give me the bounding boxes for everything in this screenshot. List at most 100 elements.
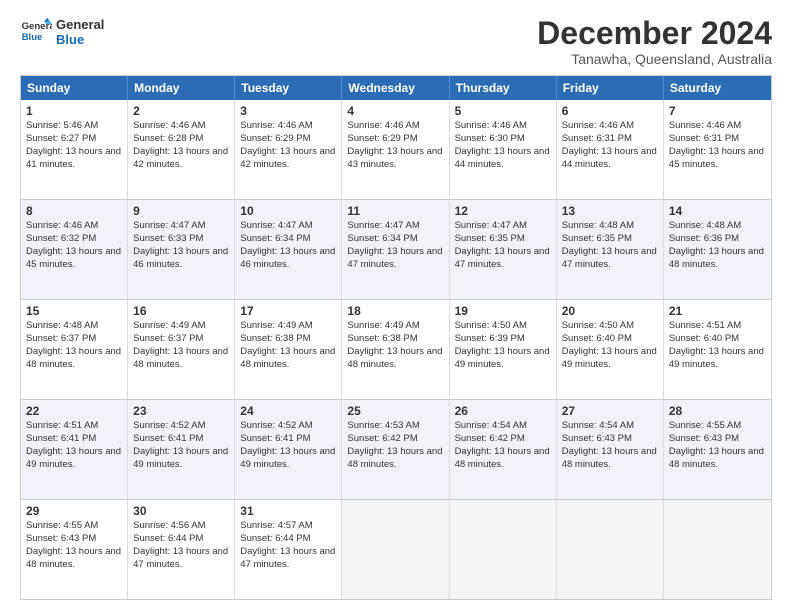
daylight-text: Daylight: 13 hours and 48 minutes.	[133, 346, 229, 372]
sunset-text: Sunset: 6:38 PM	[347, 333, 443, 346]
day-number: 2	[133, 103, 229, 119]
sunset-text: Sunset: 6:43 PM	[669, 433, 766, 446]
day-cell-5: 5Sunrise: 4:46 AMSunset: 6:30 PMDaylight…	[450, 100, 557, 199]
sunrise-text: Sunrise: 4:54 AM	[455, 420, 551, 433]
sunset-text: Sunset: 6:27 PM	[26, 133, 122, 146]
sunrise-text: Sunrise: 4:50 AM	[455, 320, 551, 333]
sunrise-text: Sunrise: 4:47 AM	[347, 220, 443, 233]
daylight-text: Daylight: 13 hours and 48 minutes.	[562, 446, 658, 472]
calendar-row-5: 29Sunrise: 4:55 AMSunset: 6:43 PMDayligh…	[21, 499, 771, 599]
day-cell-8: 8Sunrise: 4:46 AMSunset: 6:32 PMDaylight…	[21, 200, 128, 299]
day-cell-18: 18Sunrise: 4:49 AMSunset: 6:38 PMDayligh…	[342, 300, 449, 399]
sunset-text: Sunset: 6:41 PM	[133, 433, 229, 446]
day-cell-16: 16Sunrise: 4:49 AMSunset: 6:37 PMDayligh…	[128, 300, 235, 399]
sunset-text: Sunset: 6:34 PM	[347, 233, 443, 246]
sunrise-text: Sunrise: 4:56 AM	[133, 520, 229, 533]
sunset-text: Sunset: 6:40 PM	[669, 333, 766, 346]
calendar-row-1: 1Sunrise: 5:46 AMSunset: 6:27 PMDaylight…	[21, 100, 771, 199]
day-number: 28	[669, 403, 766, 419]
daylight-text: Daylight: 13 hours and 48 minutes.	[347, 346, 443, 372]
day-cell-31: 31Sunrise: 4:57 AMSunset: 6:44 PMDayligh…	[235, 500, 342, 599]
day-number: 7	[669, 103, 766, 119]
logo-icon: General Blue	[20, 16, 52, 48]
daylight-text: Daylight: 13 hours and 48 minutes.	[26, 346, 122, 372]
header: General Blue General Blue December 2024 …	[20, 16, 772, 67]
svg-text:Blue: Blue	[22, 32, 43, 43]
daylight-text: Daylight: 13 hours and 41 minutes.	[26, 146, 122, 172]
sunset-text: Sunset: 6:35 PM	[562, 233, 658, 246]
day-number: 30	[133, 503, 229, 519]
sunrise-text: Sunrise: 4:55 AM	[26, 520, 122, 533]
sunset-text: Sunset: 6:44 PM	[240, 533, 336, 546]
header-day-thursday: Thursday	[450, 76, 557, 100]
logo-line2: Blue	[56, 32, 104, 47]
calendar: SundayMondayTuesdayWednesdayThursdayFrid…	[20, 75, 772, 600]
sunrise-text: Sunrise: 4:55 AM	[669, 420, 766, 433]
day-number: 15	[26, 303, 122, 319]
sunrise-text: Sunrise: 4:48 AM	[669, 220, 766, 233]
sunset-text: Sunset: 6:31 PM	[562, 133, 658, 146]
daylight-text: Daylight: 13 hours and 49 minutes.	[240, 446, 336, 472]
day-number: 29	[26, 503, 122, 519]
day-number: 11	[347, 203, 443, 219]
sunset-text: Sunset: 6:42 PM	[347, 433, 443, 446]
day-number: 26	[455, 403, 551, 419]
day-cell-28: 28Sunrise: 4:55 AMSunset: 6:43 PMDayligh…	[664, 400, 771, 499]
sunrise-text: Sunrise: 4:49 AM	[133, 320, 229, 333]
day-number: 24	[240, 403, 336, 419]
calendar-header: SundayMondayTuesdayWednesdayThursdayFrid…	[21, 76, 771, 100]
sunset-text: Sunset: 6:29 PM	[347, 133, 443, 146]
sunset-text: Sunset: 6:41 PM	[240, 433, 336, 446]
main-title: December 2024	[537, 16, 772, 51]
sunrise-text: Sunrise: 4:53 AM	[347, 420, 443, 433]
day-number: 21	[669, 303, 766, 319]
day-cell-23: 23Sunrise: 4:52 AMSunset: 6:41 PMDayligh…	[128, 400, 235, 499]
sunrise-text: Sunrise: 4:46 AM	[347, 120, 443, 133]
sunset-text: Sunset: 6:33 PM	[133, 233, 229, 246]
daylight-text: Daylight: 13 hours and 49 minutes.	[133, 446, 229, 472]
sunset-text: Sunset: 6:42 PM	[455, 433, 551, 446]
sunset-text: Sunset: 6:37 PM	[133, 333, 229, 346]
day-cell-9: 9Sunrise: 4:47 AMSunset: 6:33 PMDaylight…	[128, 200, 235, 299]
sunrise-text: Sunrise: 4:46 AM	[669, 120, 766, 133]
day-cell-6: 6Sunrise: 4:46 AMSunset: 6:31 PMDaylight…	[557, 100, 664, 199]
day-number: 5	[455, 103, 551, 119]
daylight-text: Daylight: 13 hours and 49 minutes.	[26, 446, 122, 472]
daylight-text: Daylight: 13 hours and 42 minutes.	[240, 146, 336, 172]
daylight-text: Daylight: 13 hours and 45 minutes.	[26, 246, 122, 272]
day-number: 4	[347, 103, 443, 119]
sunrise-text: Sunrise: 4:47 AM	[133, 220, 229, 233]
day-cell-17: 17Sunrise: 4:49 AMSunset: 6:38 PMDayligh…	[235, 300, 342, 399]
sunrise-text: Sunrise: 4:51 AM	[669, 320, 766, 333]
daylight-text: Daylight: 13 hours and 44 minutes.	[562, 146, 658, 172]
sunrise-text: Sunrise: 4:48 AM	[562, 220, 658, 233]
sunset-text: Sunset: 6:39 PM	[455, 333, 551, 346]
day-cell-10: 10Sunrise: 4:47 AMSunset: 6:34 PMDayligh…	[235, 200, 342, 299]
day-cell-15: 15Sunrise: 4:48 AMSunset: 6:37 PMDayligh…	[21, 300, 128, 399]
sunrise-text: Sunrise: 4:57 AM	[240, 520, 336, 533]
day-cell-27: 27Sunrise: 4:54 AMSunset: 6:43 PMDayligh…	[557, 400, 664, 499]
day-cell-14: 14Sunrise: 4:48 AMSunset: 6:36 PMDayligh…	[664, 200, 771, 299]
day-number: 31	[240, 503, 336, 519]
day-number: 10	[240, 203, 336, 219]
header-day-tuesday: Tuesday	[235, 76, 342, 100]
day-cell-19: 19Sunrise: 4:50 AMSunset: 6:39 PMDayligh…	[450, 300, 557, 399]
day-cell-22: 22Sunrise: 4:51 AMSunset: 6:41 PMDayligh…	[21, 400, 128, 499]
header-day-friday: Friday	[557, 76, 664, 100]
header-day-wednesday: Wednesday	[342, 76, 449, 100]
sunrise-text: Sunrise: 4:46 AM	[455, 120, 551, 133]
day-cell-21: 21Sunrise: 4:51 AMSunset: 6:40 PMDayligh…	[664, 300, 771, 399]
sunset-text: Sunset: 6:34 PM	[240, 233, 336, 246]
day-number: 19	[455, 303, 551, 319]
day-number: 12	[455, 203, 551, 219]
calendar-row-2: 8Sunrise: 4:46 AMSunset: 6:32 PMDaylight…	[21, 199, 771, 299]
sunset-text: Sunset: 6:32 PM	[26, 233, 122, 246]
calendar-row-3: 15Sunrise: 4:48 AMSunset: 6:37 PMDayligh…	[21, 299, 771, 399]
calendar-row-4: 22Sunrise: 4:51 AMSunset: 6:41 PMDayligh…	[21, 399, 771, 499]
daylight-text: Daylight: 13 hours and 48 minutes.	[26, 546, 122, 572]
logo: General Blue General Blue	[20, 16, 104, 48]
day-cell-11: 11Sunrise: 4:47 AMSunset: 6:34 PMDayligh…	[342, 200, 449, 299]
day-cell-2: 2Sunrise: 4:46 AMSunset: 6:28 PMDaylight…	[128, 100, 235, 199]
day-cell-29: 29Sunrise: 4:55 AMSunset: 6:43 PMDayligh…	[21, 500, 128, 599]
day-number: 22	[26, 403, 122, 419]
